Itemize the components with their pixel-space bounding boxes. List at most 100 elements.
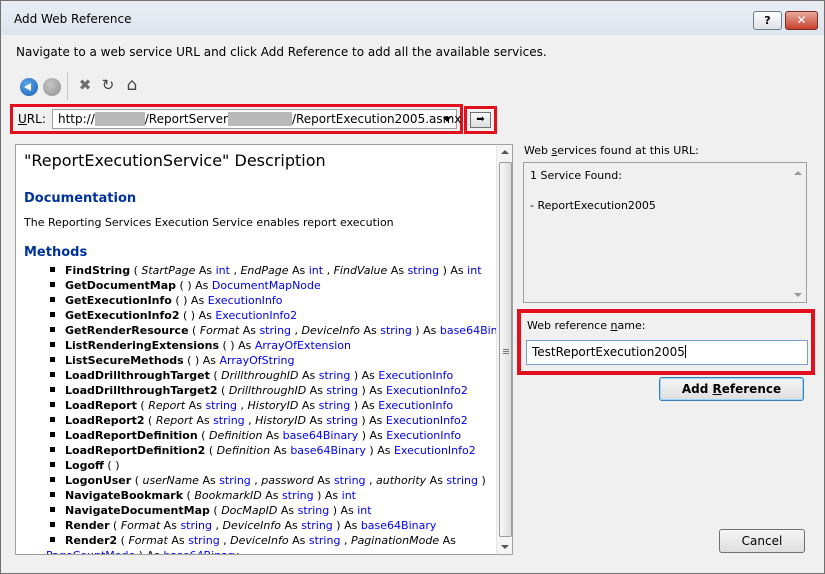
method-name[interactable]: FindString <box>65 264 130 277</box>
type-link[interactable]: ExecutionInfo2 <box>394 444 476 457</box>
signature-text: ) As <box>357 414 386 427</box>
stop-icon[interactable] <box>43 78 61 96</box>
method-name[interactable]: LoadReport2 <box>65 414 145 427</box>
type-link[interactable]: string <box>319 399 351 412</box>
type-link[interactable]: string <box>309 534 341 547</box>
method-name[interactable]: LogonUser <box>65 474 131 487</box>
type-link[interactable]: ExecutionInfo <box>208 294 283 307</box>
reference-name-label: Web reference name: <box>527 319 646 332</box>
method-name[interactable]: ListRenderingExtensions <box>65 339 219 352</box>
signature-text: As <box>288 264 309 277</box>
signature-text: ( <box>205 444 217 457</box>
signature-text: ) As <box>358 429 387 442</box>
type-link[interactable]: string <box>326 414 358 427</box>
type-link[interactable]: ExecutionInfo2 <box>386 414 468 427</box>
param-name: Format <box>120 519 161 532</box>
scroll-up-icon[interactable] <box>501 150 509 154</box>
method-name[interactable]: LoadReportDefinition <box>65 429 198 442</box>
type-link[interactable]: string <box>205 399 237 412</box>
help-button[interactable]: ? <box>753 11 782 30</box>
type-link[interactable]: string <box>298 504 330 517</box>
back-icon[interactable] <box>20 78 38 96</box>
method-name[interactable]: LoadDrillthroughTarget <box>65 369 210 382</box>
type-link[interactable]: string <box>446 474 478 487</box>
signature-text: As <box>198 474 220 487</box>
type-link[interactable]: int <box>216 264 230 277</box>
refresh-icon[interactable]: ↻ <box>99 76 117 94</box>
add-reference-button[interactable]: Add Reference <box>659 377 804 401</box>
scroll-up-icon[interactable] <box>794 171 802 175</box>
type-link[interactable]: string <box>319 369 351 382</box>
type-link[interactable]: string <box>282 489 314 502</box>
param-name: Format <box>199 324 240 337</box>
method-name[interactable]: LoadDrillthroughTarget2 <box>65 384 218 397</box>
method-name[interactable]: GetExecutionInfo <box>65 294 172 307</box>
type-link[interactable]: base64Binary <box>283 429 359 442</box>
toolbar-separator <box>67 72 68 100</box>
method-item: NavigateDocumentMap ( DocMapID As string… <box>50 503 496 518</box>
type-link[interactable]: string <box>326 384 358 397</box>
bullet-icon <box>50 387 55 392</box>
type-link[interactable]: ArrayOfExtension <box>255 339 351 352</box>
add-web-reference-dialog: Add Web Reference ? ✕ Navigate to a web … <box>0 0 825 574</box>
signature-text: ) As <box>332 519 361 532</box>
home-icon[interactable]: ⌂ <box>123 76 141 94</box>
type-link[interactable]: PageCountMode <box>46 549 135 554</box>
method-name[interactable]: LoadReportDefinition2 <box>65 444 205 457</box>
text-caret <box>684 345 686 358</box>
cancel-button[interactable]: Cancel <box>719 529 805 553</box>
type-link[interactable]: string <box>219 474 251 487</box>
type-link[interactable]: base64Binary <box>361 519 437 532</box>
method-name[interactable]: Render <box>65 519 110 532</box>
type-link[interactable]: base64Binary <box>163 549 239 554</box>
go-button[interactable]: ➡ <box>470 112 491 128</box>
type-link[interactable]: string <box>380 324 412 337</box>
scroll-down-icon[interactable] <box>501 545 509 549</box>
list-item[interactable]: - ReportExecution2005 <box>530 199 656 212</box>
type-link[interactable]: string <box>259 324 291 337</box>
type-link[interactable]: DocumentMapNode <box>212 279 321 292</box>
method-item: ListSecureMethods ( ) As ArrayOfString <box>50 353 496 368</box>
signature-text: , <box>291 324 302 337</box>
method-item: LoadReportDefinition ( Definition As bas… <box>50 428 496 443</box>
method-name[interactable]: GetDocumentMap <box>65 279 176 292</box>
type-link[interactable]: string <box>180 519 212 532</box>
method-name[interactable]: ListSecureMethods <box>65 354 184 367</box>
method-name[interactable]: Logoff <box>65 459 104 472</box>
type-link[interactable]: base64Binary <box>440 324 496 337</box>
type-link[interactable]: int <box>467 264 481 277</box>
method-item: NavigateBookmark ( BookmarkID As string … <box>50 488 496 503</box>
method-name[interactable]: Render2 <box>65 534 117 547</box>
vertical-scrollbar[interactable] <box>496 145 512 554</box>
type-link[interactable]: string <box>334 474 366 487</box>
type-link[interactable]: ArrayOfString <box>220 354 295 367</box>
type-link[interactable]: ExecutionInfo <box>378 369 453 382</box>
close-button[interactable]: ✕ <box>785 11 818 30</box>
type-link[interactable]: string <box>213 414 245 427</box>
signature-text: As <box>239 324 260 337</box>
scroll-thumb[interactable] <box>499 162 512 537</box>
type-link[interactable]: base64Binary <box>290 444 366 457</box>
type-link[interactable]: ExecutionInfo <box>378 399 453 412</box>
method-name[interactable]: GetExecutionInfo2 <box>65 309 180 322</box>
type-link[interactable]: string <box>408 264 440 277</box>
type-link[interactable]: int <box>309 264 323 277</box>
type-link[interactable]: int <box>342 489 356 502</box>
type-link[interactable]: ExecutionInfo2 <box>215 309 297 322</box>
method-name[interactable]: GetRenderResource <box>65 324 189 337</box>
method-name[interactable]: LoadReport <box>65 399 137 412</box>
type-link[interactable]: int <box>357 504 371 517</box>
type-link[interactable]: string <box>301 519 333 532</box>
chevron-down-icon[interactable] <box>443 117 451 122</box>
services-found-list[interactable]: 1 Service Found: - ReportExecution2005 <box>523 162 807 303</box>
url-input[interactable]: http:///ReportServer/ReportExecution2005… <box>52 109 461 129</box>
type-link[interactable]: string <box>188 534 220 547</box>
type-link[interactable]: ExecutionInfo <box>386 429 461 442</box>
scroll-down-icon[interactable] <box>794 293 802 297</box>
type-link[interactable]: ExecutionInfo2 <box>386 384 468 397</box>
method-name[interactable]: NavigateBookmark <box>65 489 183 502</box>
method-name[interactable]: NavigateDocumentMap <box>65 504 210 517</box>
method-item: GetExecutionInfo ( ) As ExecutionInfo <box>50 293 496 308</box>
delete-icon[interactable]: ✖ <box>76 76 94 94</box>
reference-name-input[interactable]: TestReportExecution2005 <box>526 340 808 365</box>
